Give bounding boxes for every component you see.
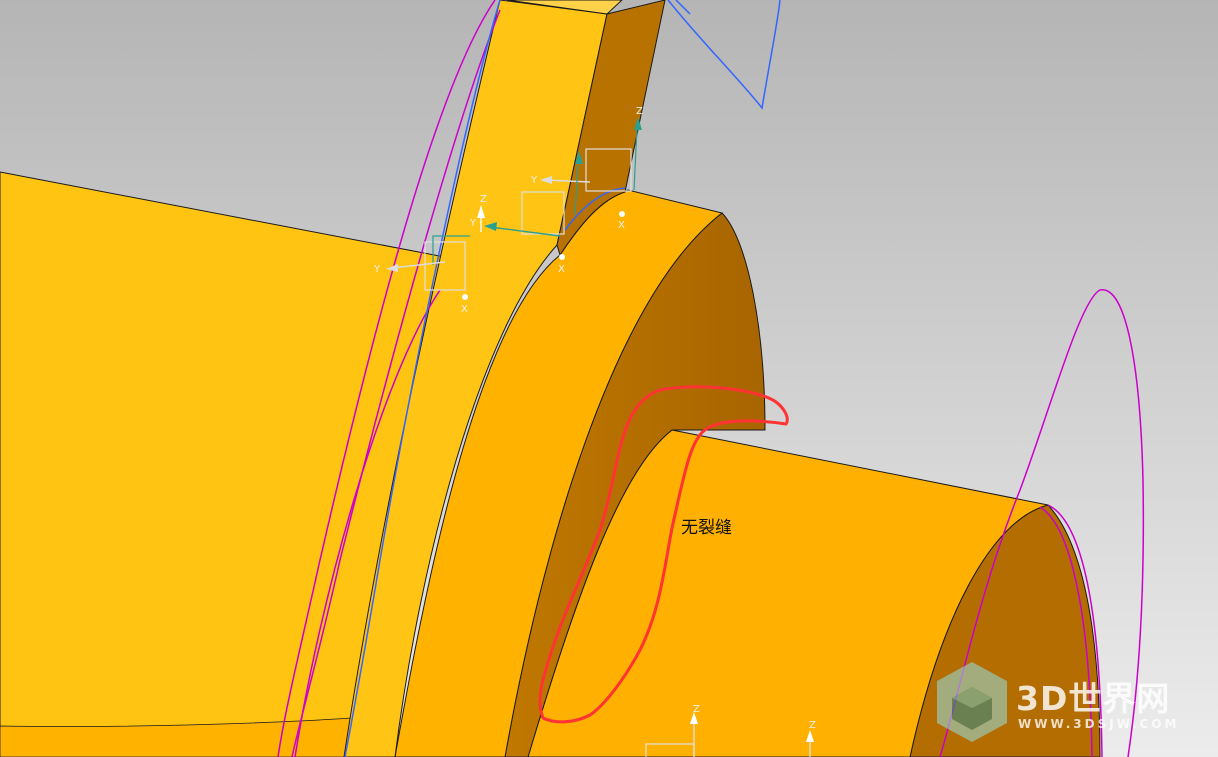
axis-label-y: Y bbox=[530, 175, 538, 186]
axis-label-y: Y bbox=[373, 264, 381, 275]
axis-label-x: X bbox=[558, 264, 565, 275]
axis-label-z: Z bbox=[693, 704, 700, 715]
axis-label-z-secondary: Z bbox=[809, 720, 816, 731]
axis-label-y: Y bbox=[469, 218, 477, 229]
cad-3d-scene[interactable]: Y X Z Y X Y X Z Z Z bbox=[0, 0, 1218, 757]
axis-label-z: Z bbox=[636, 106, 643, 117]
origin-point bbox=[559, 254, 565, 260]
origin-point bbox=[619, 211, 625, 217]
axis-label-x: X bbox=[618, 220, 625, 231]
axis-label-x: X bbox=[461, 304, 468, 315]
axis-label-z: Z bbox=[480, 194, 487, 205]
annotation-no-cracks-label: 无裂缝 bbox=[681, 518, 732, 538]
cad-graphics-window[interactable]: Y X Z Y X Y X Z Z Z 无裂缝 3D世界网 WWW.3DSJW.… bbox=[0, 0, 1218, 757]
watermark-title: 3D世界网 bbox=[1016, 679, 1171, 718]
watermark-url: WWW.3DSJW.COM bbox=[1018, 717, 1180, 731]
origin-point bbox=[462, 294, 468, 300]
